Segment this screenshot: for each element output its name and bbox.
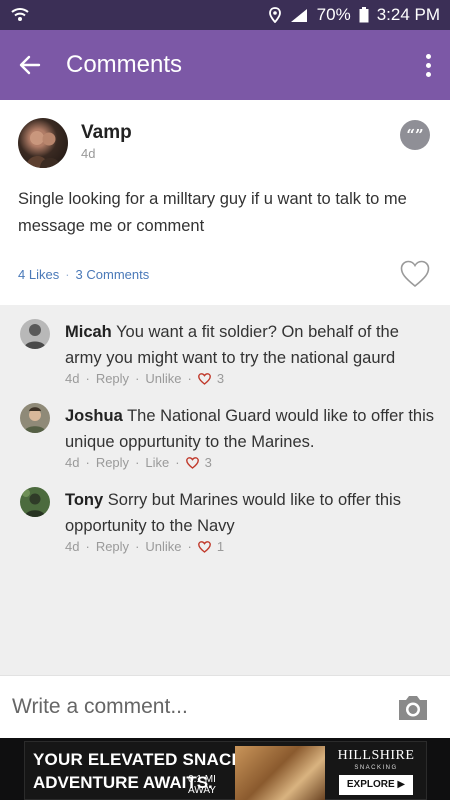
battery-percent: 70% (316, 5, 351, 24)
like-count: 3 (216, 371, 225, 386)
separator: · (135, 455, 140, 470)
ad-content[interactable]: YOUR ELEVATED SNACKING ADVENTURE AWAITS.… (24, 741, 427, 800)
comment-author[interactable]: Tony (65, 491, 103, 509)
post-card: Vamp 4d “” Single looking for a milltary… (0, 100, 450, 305)
ad-brand-logo: HILLSHIRE (337, 748, 415, 763)
comment-timestamp: 4d (65, 539, 80, 554)
comment-text: Tony Sorry but Marines would like to off… (65, 487, 435, 539)
status-right: 70% 3:24 PM (268, 5, 440, 25)
separator: · (187, 371, 192, 386)
like-toggle-button[interactable]: Like (145, 455, 169, 470)
separator: · (85, 539, 90, 554)
avatar[interactable] (18, 118, 68, 168)
post-stats: 4 Likes · 3 Comments (18, 267, 149, 282)
compose-bar (0, 675, 450, 738)
app-bar: Comments (0, 30, 450, 100)
comments-list: Micah You want a fit soldier? On behalf … (0, 305, 450, 675)
separator: · (135, 539, 140, 554)
like-toggle-button[interactable]: Unlike (145, 371, 181, 386)
separator: · (85, 455, 90, 470)
ad-distance-unit: AWAY (188, 785, 216, 796)
camera-icon[interactable] (396, 694, 430, 722)
avatar[interactable] (20, 319, 50, 349)
comment-item: Tony Sorry but Marines would like to off… (0, 479, 450, 559)
reply-button[interactable]: Reply (96, 539, 129, 554)
separator: · (85, 371, 90, 386)
comment-item: Micah You want a fit soldier? On behalf … (0, 311, 450, 391)
location-icon (268, 7, 281, 23)
separator: · (135, 371, 140, 386)
comment-item: Joshua The National Guard would like to … (0, 395, 450, 475)
separator: · (175, 455, 180, 470)
back-arrow-icon[interactable] (18, 53, 42, 77)
separator: · (65, 267, 70, 282)
ad-brand-sub: SNACKING (354, 765, 398, 771)
likes-link[interactable]: 4 Likes (18, 267, 59, 282)
comment-meta: 4d · Reply · Unlike · 1 (65, 539, 224, 554)
comment-text: Joshua The National Guard would like to … (65, 403, 435, 455)
comment-input[interactable] (12, 691, 372, 723)
ad-headline-2: ADVENTURE AWAITS. (33, 773, 213, 792)
wifi-icon (10, 7, 30, 23)
more-options-icon[interactable] (424, 53, 432, 77)
ad-product-image (235, 746, 325, 800)
heart-icon[interactable] (197, 540, 211, 553)
comment-author[interactable]: Micah (65, 323, 112, 341)
clock: 3:24 PM (376, 5, 440, 24)
comment-timestamp: 4d (65, 371, 80, 386)
comment-meta: 4d · Reply · Like · 3 (65, 455, 212, 470)
comment-body: Sorry but Marines would like to offer th… (65, 491, 401, 535)
quote-icon[interactable]: “” (400, 120, 430, 150)
heart-icon[interactable] (185, 456, 199, 469)
reply-button[interactable]: Reply (96, 371, 129, 386)
like-count: 1 (216, 539, 225, 554)
explore-button[interactable]: EXPLORE ▶ (339, 775, 413, 795)
ad-distance: 0.1 MI AWAY (188, 774, 216, 796)
reply-button[interactable]: Reply (96, 455, 129, 470)
heart-icon[interactable] (197, 372, 211, 385)
comment-timestamp: 4d (65, 455, 80, 470)
signal-icon (289, 7, 309, 23)
comment-author[interactable]: Joshua (65, 407, 123, 425)
separator: · (187, 539, 192, 554)
like-toggle-button[interactable]: Unlike (145, 539, 181, 554)
battery-icon (359, 7, 369, 23)
status-bar: 70% 3:24 PM (0, 0, 450, 30)
post-timestamp: 4d (81, 146, 96, 161)
comment-text: Micah You want a fit soldier? On behalf … (65, 319, 435, 371)
page-title: Comments (66, 51, 183, 78)
like-count: 3 (204, 455, 212, 470)
comments-link[interactable]: 3 Comments (76, 267, 150, 282)
comment-meta: 4d · Reply · Unlike · 3 (65, 371, 224, 386)
ad-banner[interactable]: YOUR ELEVATED SNACKING ADVENTURE AWAITS.… (0, 738, 450, 800)
post-author[interactable]: Vamp (81, 122, 132, 144)
post-body: Single looking for a milltary guy if u w… (18, 190, 407, 235)
avatar[interactable] (20, 403, 50, 433)
heart-icon[interactable] (400, 260, 430, 288)
ad-distance-value: 0.1 MI (188, 774, 216, 785)
avatar[interactable] (20, 487, 50, 517)
comment-body: You want a fit soldier? On behalf of the… (65, 323, 399, 367)
